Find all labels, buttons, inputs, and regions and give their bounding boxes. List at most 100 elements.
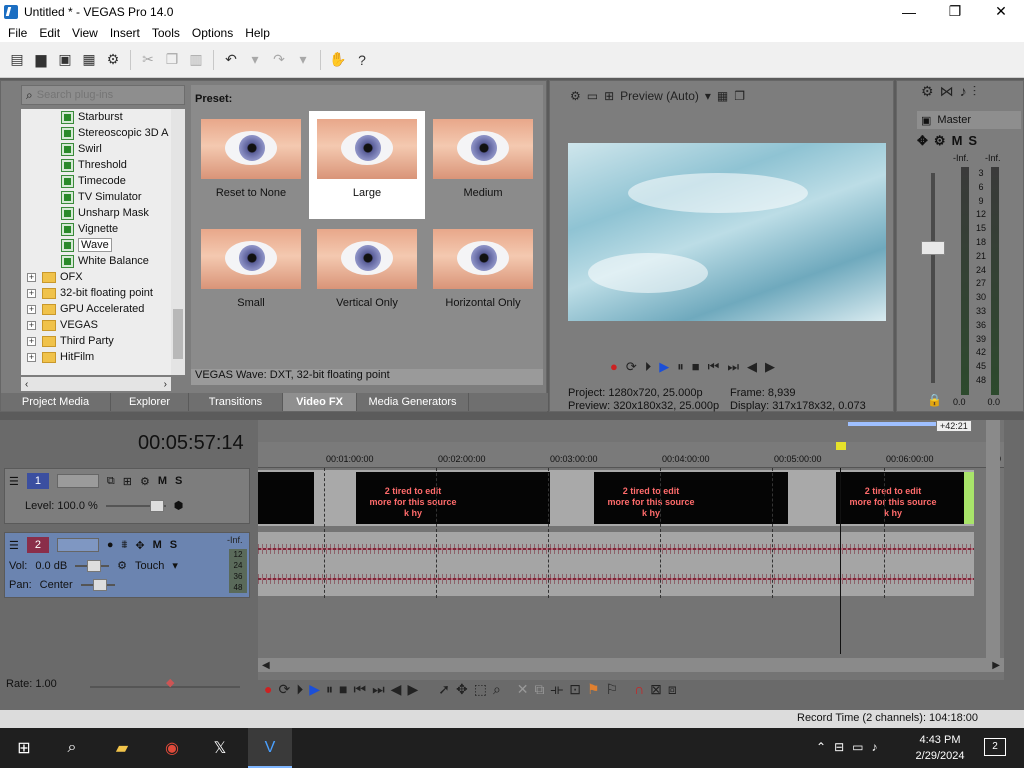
- play-from-start-icon[interactable]: ⏵: [296, 681, 303, 698]
- bus-routing-icon[interactable]: ⫶: [973, 83, 977, 100]
- preview-quality-dropdown[interactable]: Preview (Auto): [620, 89, 699, 103]
- expand-icon[interactable]: +: [27, 272, 36, 282]
- preset-horizontal-only[interactable]: Horizontal Only: [425, 221, 541, 329]
- snapping-magnet-icon[interactable]: ∩: [634, 681, 644, 697]
- scrollbar-thumb[interactable]: [173, 309, 183, 359]
- help-what-icon[interactable]: ?: [351, 49, 373, 71]
- chevron-down-icon[interactable]: ▾: [705, 89, 711, 103]
- chevron-left-icon[interactable]: ‹: [25, 379, 28, 390]
- mixer-gear-icon[interactable]: ⚙: [921, 83, 934, 100]
- preset-vertical-only[interactable]: Vertical Only: [309, 221, 425, 329]
- auto-ripple-icon[interactable]: ⊠: [650, 681, 662, 698]
- tree-horizontal-scrollbar[interactable]: ‹ ›: [21, 377, 171, 391]
- record-icon[interactable]: ●: [264, 681, 272, 697]
- undo-dropdown-icon[interactable]: ▾: [244, 49, 266, 71]
- normal-edit-tool-icon[interactable]: ➚: [438, 681, 450, 698]
- go-to-start-icon[interactable]: ⏮: [708, 359, 720, 375]
- pause-icon[interactable]: ⏸: [677, 359, 684, 375]
- tree-item-stereoscopic[interactable]: Stereoscopic 3D A: [61, 125, 169, 141]
- video-clip-end[interactable]: [964, 472, 974, 524]
- track-fx-gear-icon[interactable]: ⚙: [140, 475, 150, 488]
- vegas-taskbar-button[interactable]: V: [248, 728, 292, 768]
- video-solo-button[interactable]: S: [175, 475, 182, 487]
- master-fx-gear-icon[interactable]: ⚙: [934, 133, 946, 149]
- level-slider-knob[interactable]: [149, 499, 164, 512]
- speaker-icon[interactable]: ♪: [960, 83, 967, 100]
- insert-fx-icon[interactable]: ✥: [917, 133, 928, 149]
- track-fx-icon[interactable]: ⩩: [122, 539, 128, 552]
- automation-mode-dropdown[interactable]: Touch: [135, 560, 164, 572]
- video-track-header[interactable]: ☰ 1 ⧉ ⊞ ⚙ M S Level: 100.0 % ⬢: [4, 468, 250, 524]
- open-folder-icon[interactable]: ▆: [30, 49, 52, 71]
- chevron-up-icon[interactable]: ⌃: [816, 740, 826, 754]
- play-icon[interactable]: ▶: [309, 681, 320, 698]
- expand-icon[interactable]: +: [27, 304, 36, 314]
- menu-tools[interactable]: Tools: [146, 26, 186, 40]
- next-frame-icon[interactable]: ▶: [765, 359, 775, 375]
- loop-playback-icon[interactable]: ⟳: [278, 681, 290, 698]
- preset-medium[interactable]: Medium: [425, 111, 541, 219]
- menu-help[interactable]: Help: [239, 26, 276, 40]
- insert-fx-icon[interactable]: ✥: [135, 539, 144, 552]
- windows-start-icon[interactable]: ⊞: [12, 736, 36, 760]
- trim-icon[interactable]: ⧉: [535, 681, 545, 698]
- tab-project-media[interactable]: Project Media: [1, 393, 111, 411]
- track-name-field[interactable]: [56, 538, 99, 552]
- automation-gear-icon[interactable]: ⚙: [117, 559, 127, 572]
- envelope-edit-tool-icon[interactable]: ✥: [456, 681, 468, 698]
- x-app-icon[interactable]: 𝕏: [208, 736, 232, 760]
- next-frame-icon[interactable]: ▶: [407, 681, 418, 698]
- event-fx-icon[interactable]: ⧈: [668, 681, 677, 698]
- expand-icon[interactable]: +: [27, 336, 36, 346]
- redo-icon[interactable]: ↷: [268, 49, 290, 71]
- network-icon[interactable]: ⊟: [834, 740, 844, 754]
- tree-item-swirl[interactable]: Swirl: [61, 141, 102, 157]
- undo-icon[interactable]: ↶: [220, 49, 242, 71]
- go-to-start-icon[interactable]: ⏮: [353, 681, 366, 698]
- master-solo-button[interactable]: S: [968, 133, 977, 149]
- playhead-cursor[interactable]: [840, 468, 841, 654]
- new-file-icon[interactable]: ▤: [6, 49, 28, 71]
- display-icon[interactable]: ▭: [852, 740, 863, 754]
- timeline-horizontal-scrollbar[interactable]: ◀ ▶: [258, 658, 1004, 672]
- tree-folder-third-party[interactable]: + Third Party: [27, 333, 114, 349]
- scroll-right-icon[interactable]: ▶: [992, 660, 1000, 671]
- tree-folder-ofx[interactable]: + OFX: [27, 269, 83, 285]
- overlays-grid-icon[interactable]: ▦: [717, 89, 728, 103]
- video-clip[interactable]: 2 tired to edit more for this source k hy: [594, 472, 788, 524]
- preset-small[interactable]: Small: [193, 221, 309, 329]
- go-to-end-icon[interactable]: ⏭: [727, 359, 739, 375]
- composite-parent-icon[interactable]: ⬢: [174, 499, 184, 512]
- split-icon[interactable]: ⟛: [551, 681, 564, 698]
- lock-icon[interactable]: ⊡: [569, 681, 581, 698]
- menu-file[interactable]: File: [2, 26, 33, 40]
- search-input[interactable]: [36, 89, 167, 101]
- master-fader-track[interactable]: [931, 173, 935, 383]
- close-button[interactable]: ✕: [978, 0, 1024, 23]
- edit-tool-hand-icon[interactable]: ✋: [327, 49, 349, 71]
- preview-properties-gear-icon[interactable]: ⚙: [570, 89, 581, 103]
- volume-slider[interactable]: [75, 559, 110, 572]
- collapse-track-icon[interactable]: ☰: [9, 539, 19, 552]
- menu-options[interactable]: Options: [186, 26, 239, 40]
- paste-icon[interactable]: ▥: [185, 49, 207, 71]
- play-icon[interactable]: ▶: [659, 359, 669, 375]
- lock-icon[interactable]: 🔒: [927, 393, 942, 407]
- track-name-field[interactable]: [56, 474, 99, 488]
- rate-slider[interactable]: [90, 686, 240, 688]
- tab-explorer[interactable]: Explorer: [111, 393, 189, 411]
- tree-folder-hitfilm[interactable]: + HitFilm: [27, 349, 94, 365]
- chevron-right-icon[interactable]: ›: [164, 379, 167, 390]
- collapse-track-icon[interactable]: ☰: [9, 475, 19, 488]
- time-ruler[interactable]: 00:01:00:00 00:02:00:00 00:03:00:00 00:0…: [258, 442, 1004, 468]
- copy-snapshot-icon[interactable]: ❐: [734, 89, 745, 103]
- expand-icon[interactable]: +: [27, 352, 36, 362]
- tree-vertical-scrollbar[interactable]: [171, 109, 185, 375]
- chrome-icon[interactable]: ◉: [160, 736, 184, 760]
- previous-frame-icon[interactable]: ◀: [391, 681, 402, 698]
- video-clip[interactable]: 2 tired to edit more for this source k hy: [836, 472, 964, 524]
- selection-tool-icon[interactable]: ⬚: [474, 681, 487, 698]
- file-explorer-icon[interactable]: ▰: [110, 736, 134, 760]
- region-icon[interactable]: ⚐: [606, 681, 619, 698]
- loop-icon[interactable]: ⟳: [626, 359, 637, 375]
